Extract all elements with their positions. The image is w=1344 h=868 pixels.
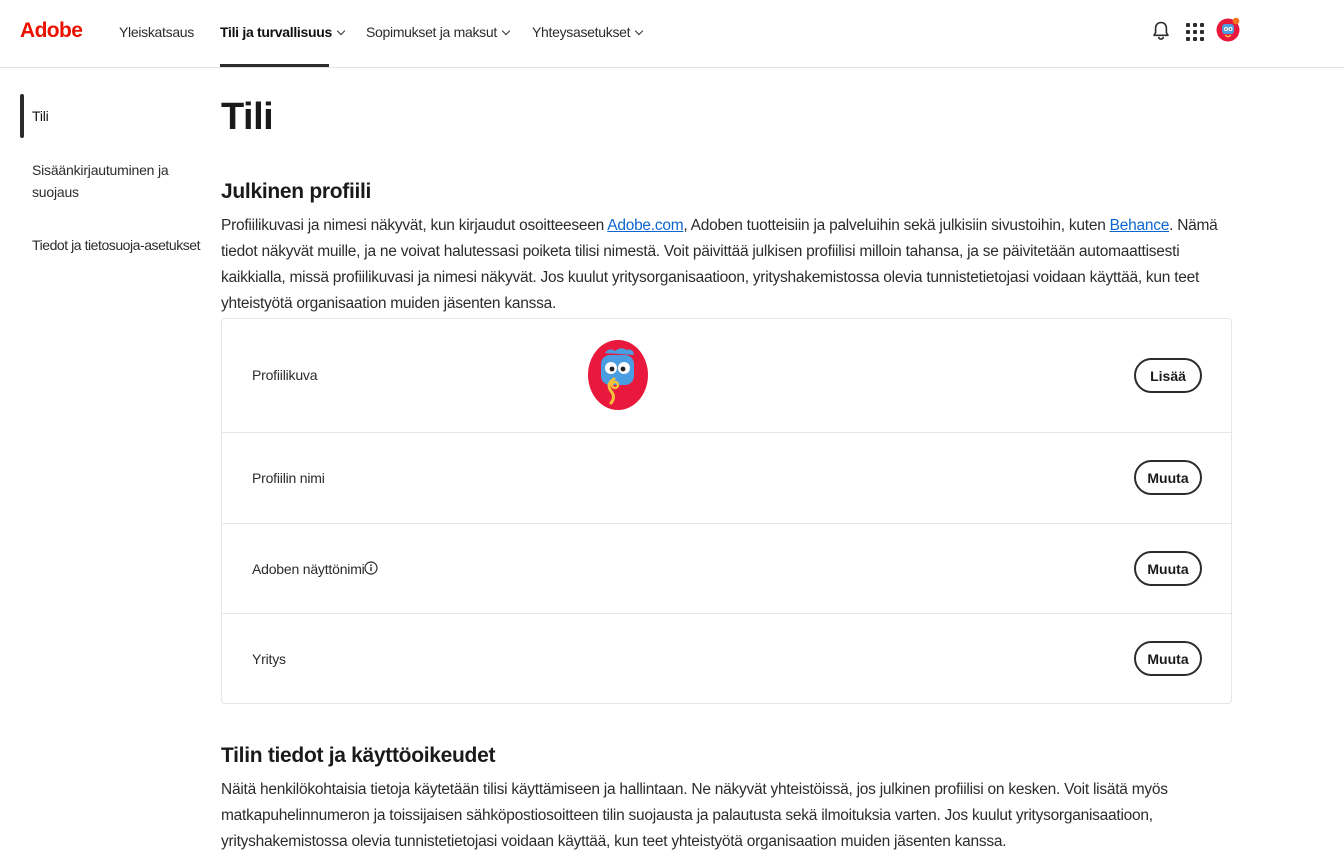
profile-name-row: Profiilin nimi Muuta	[222, 433, 1231, 524]
chevron-down-icon	[501, 26, 511, 36]
page-title: Tili	[221, 96, 274, 138]
public-profile-heading: Julkinen profiili	[221, 180, 372, 203]
avatar[interactable]	[1216, 17, 1241, 42]
sidebar-item-label: Sisäänkirjautuminen ja suojaus	[32, 162, 169, 200]
change-display-name-button[interactable]: Muuta	[1134, 551, 1202, 586]
description-text: Profiilikuvasi ja nimesi näkyvät, kun ki…	[221, 217, 608, 234]
sidebar-item-label: Tiedot ja tietosuoja-asetukset	[32, 237, 201, 253]
change-company-button[interactable]: Muuta	[1134, 641, 1202, 676]
display-name-row: Adoben näyttönimi Muuta	[222, 524, 1231, 614]
company-row: Yritys Muuta	[222, 614, 1231, 703]
public-profile-description: Profiilikuvasi ja nimesi näkyvät, kun ki…	[221, 213, 1236, 317]
nav-overview[interactable]: Yleiskatsaus	[119, 24, 194, 40]
profile-picture	[588, 340, 648, 410]
apps-grid-icon[interactable]	[1186, 23, 1204, 41]
account-info-description: Näitä henkilökohtaisia tietoja käytetään…	[221, 781, 1168, 850]
behance-link[interactable]: Behance	[1110, 217, 1170, 234]
nav-account-security[interactable]: Tili ja turvallisuus	[220, 24, 346, 40]
row-label: Adoben näyttönimi	[252, 561, 365, 577]
row-label: Yritys	[252, 651, 286, 667]
nav-plans-payments[interactable]: Sopimukset ja maksut	[366, 24, 511, 40]
nav-label: Yhteysasetukset	[532, 24, 631, 40]
sidebar-item-account[interactable]: Tili	[32, 105, 49, 127]
nav-active-indicator	[220, 64, 329, 67]
adobe-com-link[interactable]: Adobe.com	[607, 217, 683, 234]
chevron-down-icon	[336, 26, 346, 36]
nav-label: Yleiskatsaus	[119, 24, 194, 40]
description-text: , Adoben tuotteisiin ja palveluihin sekä…	[683, 217, 1110, 234]
account-info-heading: Tilin tiedot ja käyttöoikeudet	[221, 744, 496, 767]
sidebar-item-label: Tili	[32, 108, 49, 124]
nav-label: Tili ja turvallisuus	[220, 24, 333, 40]
bell-icon[interactable]	[1151, 20, 1171, 42]
adobe-logo[interactable]: Adobe	[20, 19, 83, 43]
change-profile-name-button[interactable]: Muuta	[1134, 460, 1202, 495]
add-profile-picture-button[interactable]: Lisää	[1134, 358, 1202, 393]
nav-communication-prefs[interactable]: Yhteysasetukset	[532, 24, 644, 40]
sidebar-active-indicator	[20, 94, 24, 138]
sidebar-item-signin-security[interactable]: Sisäänkirjautuminen ja suojaus	[32, 159, 182, 203]
sidebar-item-data-privacy[interactable]: Tiedot ja tietosuoja-asetukset	[32, 234, 207, 256]
profile-picture-row: Profiilikuva Lisää	[222, 319, 1231, 433]
row-label: Profiilikuva	[252, 367, 318, 383]
chevron-down-icon	[634, 26, 644, 36]
public-profile-card: Profiilikuva Lisää Profiilin nimi Muuta …	[221, 318, 1232, 704]
top-header: Adobe Yleiskatsaus Tili ja turvallisuus …	[0, 0, 1344, 68]
nav-label: Sopimukset ja maksut	[366, 24, 497, 40]
info-icon[interactable]	[364, 561, 378, 575]
row-label: Profiilin nimi	[252, 470, 325, 486]
